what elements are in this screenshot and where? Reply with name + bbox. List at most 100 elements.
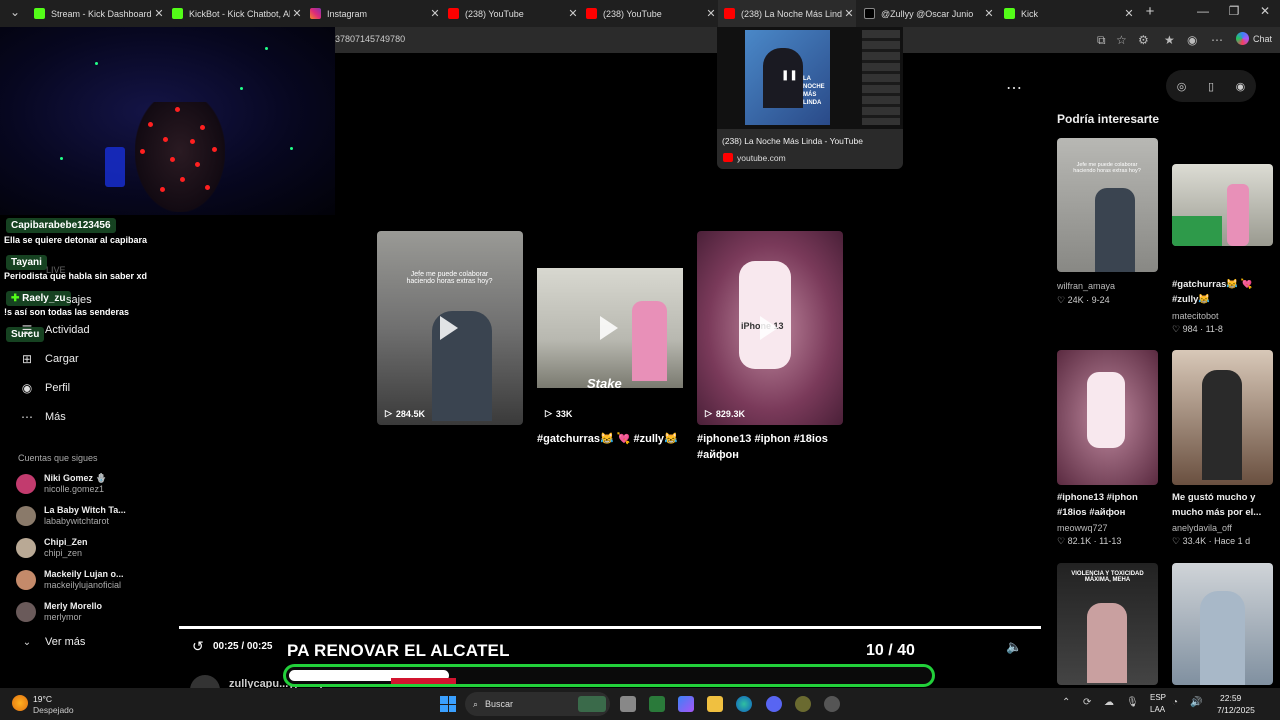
tray-sync-icon[interactable]: ⟳	[1083, 697, 1091, 708]
recommended-thumbnail[interactable]	[1057, 350, 1158, 485]
copilot-app-icon[interactable]	[678, 696, 694, 712]
widget-app-icon[interactable]	[578, 696, 606, 712]
discord-icon[interactable]	[766, 696, 782, 712]
user-avatar-icon[interactable]: ◉	[1236, 80, 1246, 93]
wifi-icon[interactable]: ◔	[1172, 697, 1178, 708]
replay-icon[interactable]: ↺	[192, 638, 204, 655]
video-caption[interactable]: #gatchurras😹 💘 #zully😹	[537, 431, 697, 447]
tab-kick[interactable]: Kick ✕	[998, 0, 1136, 27]
close-icon[interactable]: ✕	[982, 7, 996, 20]
nav-more[interactable]: ⋯ Más	[18, 410, 66, 424]
tab-kick-dashboard[interactable]: Stream - Kick Dashboard ✕	[28, 0, 166, 27]
maximize-button[interactable]: ❐	[1219, 4, 1249, 18]
tray-chevron-icon[interactable]: ⌃	[1062, 697, 1070, 708]
tab-tiktok[interactable]: @Zullyy @Oscar Junio ✕	[858, 0, 996, 27]
following-item[interactable]: La Baby Witch Ta... lababywitchtarot	[16, 505, 126, 527]
nav-profile[interactable]: ◉ Perfil	[18, 381, 70, 395]
close-window-button[interactable]: ✕	[1250, 4, 1280, 18]
favorites-icon[interactable]: ★	[1164, 33, 1175, 47]
close-icon[interactable]: ✕	[152, 7, 166, 20]
tab-youtube-2[interactable]: (238) YouTube ✕	[580, 0, 718, 27]
recommended-author[interactable]: matecitobot	[1172, 311, 1219, 321]
volume-icon[interactable]: 🔈	[1006, 639, 1022, 655]
following-item[interactable]: Niki Gomez 🪬 nicolle.gomez1	[16, 473, 107, 495]
recommended-title[interactable]: Me gustó mucho y mucho más por el...	[1172, 490, 1277, 520]
avatar	[16, 538, 36, 558]
weather-desc[interactable]: Despejado	[33, 705, 74, 715]
following-item[interactable]: Mackeily Lujan o... mackeilylujanoficial	[16, 569, 124, 591]
close-icon[interactable]: ✕	[704, 7, 718, 20]
tab-instagram[interactable]: Instagram ✕	[304, 0, 442, 27]
recommended-stats: ♡ 984 · 11-8	[1172, 324, 1223, 334]
tab-youtube-1[interactable]: (238) YouTube ✕	[442, 0, 580, 27]
language-code[interactable]: ESP	[1150, 693, 1166, 702]
recommended-thumbnail[interactable]: VIOLENCIA Y TOXICIDAD MÁXIMA, MEHA	[1057, 563, 1158, 685]
menu-dots-icon[interactable]: ⋯	[1211, 33, 1223, 47]
video-card[interactable]: iPhone 13 ▷ 829.3K	[697, 231, 843, 425]
tab-la-noche[interactable]: (238) La Noche Más Linda - ✕	[718, 0, 856, 27]
recommended-author[interactable]: wilfran_amaya	[1057, 281, 1115, 291]
video-card[interactable]: Jefe me puede colaborar haciendo horas e…	[377, 231, 523, 425]
preview-url: youtube.com	[737, 153, 786, 163]
close-icon[interactable]: ✕	[428, 7, 442, 20]
store-icon[interactable]	[649, 696, 665, 712]
kick-icon	[34, 8, 45, 19]
video-card[interactable]: Stake ▷ 33K	[537, 231, 683, 425]
edge-browser-icon[interactable]	[736, 696, 752, 712]
task-view-icon[interactable]	[620, 696, 636, 712]
following-item[interactable]: Merly Morello merlymor	[16, 601, 102, 623]
messages-label: sajes	[66, 294, 92, 306]
language-layout[interactable]: LAA	[1150, 705, 1165, 714]
tray-mic-icon[interactable]: 🎙	[1126, 697, 1139, 708]
recommended-thumbnail[interactable]	[1172, 164, 1273, 246]
minimize-button[interactable]: —	[1188, 4, 1218, 18]
video-caption[interactable]: #iphone13 #iphon #18ios #айфон	[697, 431, 847, 463]
nav-upload[interactable]: ⊞ Cargar	[18, 352, 79, 366]
extensions-icon[interactable]: ⚙	[1138, 33, 1149, 47]
following-user: nicolle.gomez1	[44, 484, 105, 494]
copilot-chat-button[interactable]: Chat	[1235, 32, 1272, 45]
compass-icon[interactable]: ◎	[1177, 80, 1187, 93]
windows-start-icon[interactable]	[440, 696, 456, 712]
device-icon[interactable]: ▯	[1208, 80, 1214, 93]
favorite-star-icon[interactable]: ☆	[1116, 33, 1127, 47]
recommended-thumbnail[interactable]	[1172, 563, 1273, 685]
nav-activity[interactable]: ☰ Actividad	[18, 323, 90, 337]
following-item[interactable]: Chipi_Zen chipi_zen	[16, 537, 88, 559]
play-icon	[600, 316, 618, 340]
recommended-thumbnail[interactable]	[1172, 350, 1273, 485]
chat-username: Tayani	[6, 255, 47, 270]
recommended-author[interactable]: anelydavila_off	[1172, 523, 1232, 533]
recommended-thumbnail[interactable]: Jefe me puede colaborar haciendo horas e…	[1057, 138, 1158, 272]
plus-icon: ✚	[11, 293, 23, 304]
volume-tray-icon[interactable]: 🔊	[1190, 697, 1202, 708]
close-icon[interactable]: ✕	[290, 7, 304, 20]
tray-cloud-icon[interactable]: ☁	[1104, 697, 1114, 708]
tab-kickbot[interactable]: KickBot - Kick Chatbot, Alert ✕	[166, 0, 304, 27]
close-icon[interactable]: ✕	[566, 7, 580, 20]
clock-time[interactable]: 22:59	[1220, 693, 1241, 703]
tab-label: (238) YouTube	[603, 8, 662, 19]
recommended-title[interactable]: #gatchurras😹 💘 #zully😹	[1172, 277, 1274, 307]
recommended-author[interactable]: meowwq727	[1057, 523, 1108, 533]
face-marker	[200, 125, 205, 130]
close-icon[interactable]: ✕	[842, 7, 856, 20]
file-explorer-icon[interactable]	[707, 696, 723, 712]
profile-avatar-icon[interactable]: ◉	[1187, 33, 1197, 47]
tab-list-icon[interactable]: ⌄	[0, 5, 30, 19]
new-tab-button[interactable]: +	[1135, 3, 1165, 20]
clock-date[interactable]: 7/12/2025	[1217, 705, 1255, 715]
see-more-button[interactable]: ⌄ Ver más	[18, 636, 86, 648]
thumb-text: Jefe me puede colaborar haciendo horas e…	[1073, 162, 1141, 174]
youtube-icon	[724, 8, 735, 19]
following-name: Merly Morello	[44, 601, 103, 611]
app-icon[interactable]	[795, 696, 811, 712]
video-progress-bar[interactable]	[179, 626, 1041, 629]
obs-icon[interactable]	[824, 696, 840, 712]
recommended-title[interactable]: #iphone13 #iphon #18ios #айфон	[1057, 490, 1167, 520]
url-text[interactable]: 37807145749780	[335, 34, 405, 44]
open-app-icon[interactable]: ⧉	[1097, 33, 1106, 48]
more-options-icon[interactable]: ⋯	[1006, 78, 1022, 98]
close-icon[interactable]: ✕	[1122, 7, 1136, 20]
weather-temp[interactable]: 19°C	[33, 694, 52, 704]
